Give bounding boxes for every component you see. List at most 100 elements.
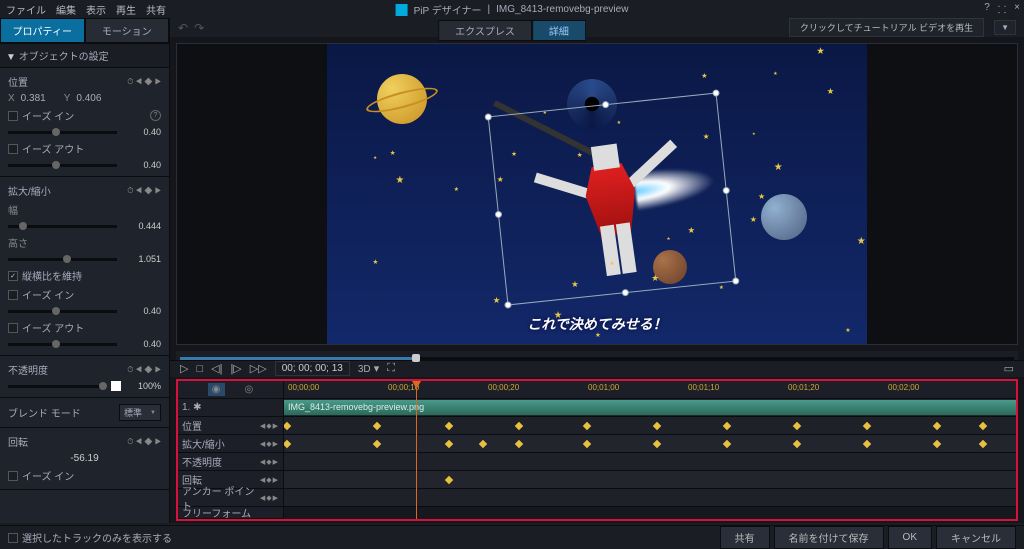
help-icon[interactable]: ? (150, 110, 161, 121)
ease-out-value[interactable]: 0.40 (125, 160, 161, 170)
opacity-slider[interactable] (8, 385, 103, 388)
menu-play[interactable]: 再生 (116, 2, 136, 17)
keep-aspect-checkbox[interactable] (8, 271, 18, 281)
cancel-button[interactable]: キャンセル (936, 526, 1016, 549)
ease-out-checkbox[interactable] (8, 144, 18, 154)
preview-viewport[interactable]: これで決めてみせる！ ★★★★★★★★★★★★★★★★★★★★★★★★★★★★★… (176, 43, 1018, 345)
track-clip[interactable]: IMG_8413-removebg-preview.png (284, 399, 1016, 417)
prev-frame-icon[interactable]: ◁| (211, 362, 222, 375)
tab-properties[interactable]: プロパティー (0, 18, 85, 43)
share-button[interactable]: 共有 (720, 526, 770, 549)
keyframe-icon[interactable] (583, 422, 591, 430)
keyframe-icon[interactable] (979, 422, 987, 430)
scrub-bar[interactable] (176, 351, 1018, 360)
opacity-keyframe-nav[interactable]: ⏱ ◀ ◆ ▶ (127, 365, 161, 375)
ease-in-slider[interactable] (8, 131, 117, 134)
track-header-freeform[interactable]: フリーフォーム (178, 507, 283, 519)
scale-ease-in-slider[interactable] (8, 310, 117, 313)
keyframe-icon[interactable] (515, 440, 523, 448)
track-header-anchor[interactable]: アンカー ポイント◀◆▶ (178, 489, 283, 507)
scale-ease-in-value[interactable]: 0.40 (125, 306, 161, 316)
mode-3d-toggle[interactable]: 3D ▾ (358, 362, 379, 375)
track-header-clip[interactable]: 1. ✱ (178, 399, 283, 417)
keyframe-icon[interactable] (933, 422, 941, 430)
track-position[interactable] (284, 417, 1016, 435)
height-slider[interactable] (8, 258, 117, 261)
transform-handles[interactable] (488, 92, 737, 305)
ease-out-slider[interactable] (8, 164, 117, 167)
keyframe-icon[interactable] (723, 422, 731, 430)
show-selected-only-checkbox[interactable] (8, 533, 18, 543)
ease-in-checkbox[interactable] (8, 111, 18, 121)
keyframe-icon[interactable] (373, 422, 381, 430)
scale-keyframe-nav[interactable]: ⏱ ◀ ◆ ▶ (127, 186, 161, 196)
scale-ease-out-checkbox[interactable] (8, 323, 18, 333)
track-anchor[interactable] (284, 489, 1016, 507)
keyframe-icon[interactable] (933, 440, 941, 448)
scale-ease-out-slider[interactable] (8, 343, 117, 346)
tab-express[interactable]: エクスプレス (438, 20, 532, 41)
keyframe-icon[interactable] (653, 422, 661, 430)
timeline-target-icon[interactable]: ◎ (245, 384, 254, 395)
menu-view[interactable]: 表示 (86, 2, 106, 17)
keyframe-icon[interactable] (479, 440, 487, 448)
width-value[interactable]: 0.444 (125, 221, 161, 231)
tv-preview-icon[interactable]: ▭ (1004, 362, 1014, 375)
blend-mode-select[interactable]: 標準 (119, 404, 161, 421)
width-slider[interactable] (8, 225, 117, 228)
close-icon[interactable]: × (1014, 2, 1020, 16)
tab-detail[interactable]: 詳細 (532, 20, 586, 41)
scale-ease-out-value[interactable]: 0.40 (125, 339, 161, 349)
save-as-button[interactable]: 名前を付けて保存 (774, 526, 884, 549)
tutorial-button[interactable]: クリックしてチュートリアル ビデオを再生 (789, 18, 984, 37)
opacity-value[interactable]: 100% (125, 381, 161, 391)
menu-edit[interactable]: 編集 (56, 2, 76, 17)
keyframe-icon[interactable] (284, 440, 291, 448)
track-opacity[interactable] (284, 453, 1016, 471)
timeline-ruler[interactable]: 00;00;0000;00;1000;00;2000;01;0000;01;10… (284, 381, 1016, 399)
keyframe-icon[interactable] (284, 422, 291, 430)
keyframe-icon[interactable] (445, 440, 453, 448)
keyframe-icon[interactable] (445, 476, 453, 484)
track-header-scale[interactable]: 拡大/縮小◀◆▶ (178, 435, 283, 453)
timeline-tracks[interactable]: 00;00;0000;00;1000;00;2000;01;0000;01;10… (284, 381, 1016, 519)
fullscreen-icon[interactable]: ⛶ (387, 362, 395, 375)
track-scale[interactable] (284, 435, 1016, 453)
keyframe-icon[interactable] (583, 440, 591, 448)
scale-ease-in-checkbox[interactable] (8, 290, 18, 300)
keyframe-icon[interactable] (979, 440, 987, 448)
position-keyframe-nav[interactable]: ⏱ ◀ ◆ ▶ (127, 77, 161, 87)
section-object-settings[interactable]: ▼ オブジェクトの設定 (0, 44, 169, 68)
keyframe-icon[interactable] (445, 422, 453, 430)
toolbar-dropdown[interactable]: ▼ (994, 20, 1016, 35)
menu-share[interactable]: 共有 (146, 2, 166, 17)
stop-icon[interactable]: □ (196, 363, 203, 375)
position-y-value[interactable]: 0.406 (76, 93, 101, 104)
keyframe-icon[interactable] (863, 440, 871, 448)
keyframe-icon[interactable] (515, 422, 523, 430)
play-icon[interactable]: ▷ (180, 362, 188, 375)
menu-file[interactable]: ファイル (6, 2, 46, 17)
redo-icon[interactable]: ↷ (194, 21, 204, 35)
ok-button[interactable]: OK (888, 526, 932, 549)
keyframe-icon[interactable] (373, 440, 381, 448)
height-value[interactable]: 1.051 (125, 254, 161, 264)
clip-bar[interactable]: IMG_8413-removebg-preview.png (284, 400, 1016, 415)
playhead[interactable] (416, 381, 417, 519)
position-x-value[interactable]: 0.381 (21, 93, 46, 104)
keyframe-icon[interactable] (793, 440, 801, 448)
track-rotation[interactable] (284, 471, 1016, 489)
tab-motion[interactable]: モーション (85, 18, 170, 43)
timecode-display[interactable]: 00; 00; 00; 13 (275, 361, 350, 376)
keyframe-icon[interactable] (863, 422, 871, 430)
next-frame-icon[interactable]: |▷ (230, 362, 241, 375)
rotation-ease-in-checkbox[interactable] (8, 471, 18, 481)
rotation-value[interactable]: -56.19 (70, 453, 98, 464)
ease-in-value[interactable]: 0.40 (125, 127, 161, 137)
maximize-icon[interactable]: ⸬ (998, 2, 1006, 16)
track-header-position[interactable]: 位置◀◆▶ (178, 417, 283, 435)
keyframe-icon[interactable] (653, 440, 661, 448)
timeline-clock-icon[interactable]: ◉ (208, 383, 225, 396)
undo-icon[interactable]: ↶ (178, 21, 188, 35)
track-header-opacity[interactable]: 不透明度◀◆▶ (178, 453, 283, 471)
